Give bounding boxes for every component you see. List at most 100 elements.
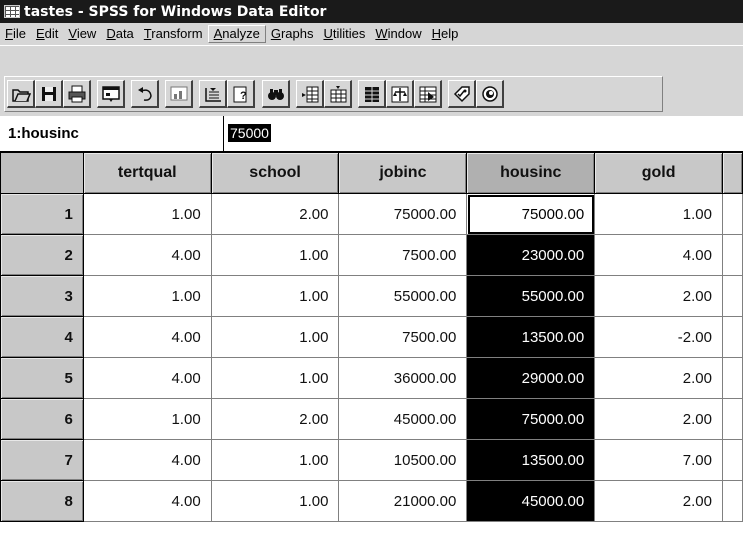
data-cell-empty[interactable]	[722, 398, 743, 440]
row-header[interactable]: 5	[0, 357, 84, 399]
use-sets-button[interactable]	[476, 80, 504, 108]
undo-button[interactable]	[131, 80, 159, 108]
column-header-jobinc[interactable]: jobinc	[338, 152, 468, 194]
selected-cell[interactable]: 75000.00	[466, 398, 596, 440]
find-button[interactable]	[262, 80, 290, 108]
data-cell[interactable]: 4.00	[594, 234, 723, 276]
data-cell[interactable]: 55000.00	[338, 275, 468, 317]
data-cell-empty[interactable]	[722, 357, 743, 399]
menu-view[interactable]: View	[63, 25, 101, 43]
menu-window[interactable]: Window	[370, 25, 426, 43]
selected-cell[interactable]: 23000.00	[466, 234, 596, 276]
data-cell[interactable]: 1.00	[82, 193, 212, 235]
column-header-next[interactable]	[722, 152, 743, 194]
menu-edit-mnemonic: E	[35, 26, 45, 41]
goto-chart-button[interactable]	[165, 80, 193, 108]
data-cell[interactable]: 7500.00	[338, 234, 468, 276]
data-cell[interactable]: 4.00	[82, 316, 212, 358]
data-cell[interactable]: 1.00	[82, 398, 212, 440]
data-cell[interactable]: 1.00	[594, 193, 723, 235]
data-cell[interactable]: 2.00	[594, 480, 723, 522]
data-cell[interactable]: 2.00	[594, 398, 723, 440]
data-cell-empty[interactable]	[722, 480, 743, 522]
grid-corner[interactable]	[0, 152, 84, 194]
menu-edit[interactable]: Edit	[31, 25, 63, 43]
value-labels-button[interactable]	[448, 80, 476, 108]
print-button[interactable]	[63, 80, 91, 108]
row-header[interactable]: 7	[0, 439, 84, 481]
menu-data[interactable]: Data	[101, 25, 138, 43]
menu-utilities[interactable]: Utilities	[318, 25, 370, 43]
menu-file[interactable]: File	[0, 25, 31, 43]
data-cell[interactable]: 75000.00	[338, 193, 468, 235]
selected-cell[interactable]: 55000.00	[466, 275, 596, 317]
menu-view-label: iew	[76, 26, 97, 41]
row-header[interactable]: 8	[0, 480, 84, 522]
value-labels-icon	[453, 85, 470, 102]
dialog-recall-button[interactable]	[97, 80, 125, 108]
cell-reference: 1:housinc	[8, 125, 79, 142]
menu-help[interactable]: Help	[427, 25, 464, 43]
data-cell-empty[interactable]	[722, 275, 743, 317]
data-cell[interactable]: 1.00	[82, 275, 212, 317]
select-cases-button[interactable]	[414, 80, 442, 108]
data-cell[interactable]: -2.00	[594, 316, 723, 358]
table-row: 1 1.00 2.00 75000.00 75000.00 1.00	[0, 193, 743, 235]
data-cell[interactable]: 1.00	[210, 234, 340, 276]
data-cell[interactable]: 21000.00	[338, 480, 468, 522]
menu-analyze[interactable]: Analyze	[207, 25, 266, 43]
data-cell[interactable]: 4.00	[82, 439, 212, 481]
data-cell[interactable]: 2.00	[594, 275, 723, 317]
row-header[interactable]: 2	[0, 234, 84, 276]
variables-button[interactable]: ?	[227, 80, 255, 108]
data-cell[interactable]: 36000.00	[338, 357, 468, 399]
table-row: 6 1.00 2.00 45000.00 75000.00 2.00	[0, 398, 743, 440]
row-header[interactable]: 3	[0, 275, 84, 317]
data-cell[interactable]: 1.00	[210, 357, 340, 399]
data-cell[interactable]: 4.00	[82, 480, 212, 522]
selected-cell[interactable]: 13500.00	[466, 316, 596, 358]
split-file-button[interactable]	[358, 80, 386, 108]
data-cell-empty[interactable]	[722, 234, 743, 276]
data-cell[interactable]: 4.00	[82, 234, 212, 276]
insert-variable-icon	[330, 85, 346, 102]
data-cell[interactable]: 7500.00	[338, 316, 468, 358]
selected-cell[interactable]: 13500.00	[466, 439, 596, 481]
data-cell[interactable]: 1.00	[210, 480, 340, 522]
data-cell-empty[interactable]	[722, 193, 743, 235]
column-header-school[interactable]: school	[210, 152, 340, 194]
data-cell-empty[interactable]	[722, 439, 743, 481]
goto-case-button[interactable]	[199, 80, 227, 108]
column-header-tertqual[interactable]: tertqual	[82, 152, 212, 194]
selected-cell[interactable]: 29000.00	[466, 357, 596, 399]
row-header[interactable]: 4	[0, 316, 84, 358]
menu-graphs[interactable]: Graphs	[266, 25, 319, 43]
insert-variable-button[interactable]	[324, 80, 352, 108]
insert-case-button[interactable]	[296, 80, 324, 108]
selected-cell[interactable]: 45000.00	[466, 480, 596, 522]
data-cell[interactable]: 7.00	[594, 439, 723, 481]
column-header-gold[interactable]: gold	[594, 152, 723, 194]
data-cell[interactable]: 1.00	[210, 275, 340, 317]
data-cell[interactable]: 10500.00	[338, 439, 468, 481]
weight-cases-button[interactable]	[386, 80, 414, 108]
data-cell[interactable]: 2.00	[210, 193, 340, 235]
data-cell-empty[interactable]	[722, 316, 743, 358]
menu-help-mnemonic: H	[431, 26, 442, 41]
data-cell[interactable]: 2.00	[594, 357, 723, 399]
data-cell[interactable]: 1.00	[210, 316, 340, 358]
open-file-button[interactable]	[7, 80, 35, 108]
data-cell[interactable]: 1.00	[210, 439, 340, 481]
data-cell[interactable]: 45000.00	[338, 398, 468, 440]
active-cell[interactable]: 75000.00	[466, 193, 596, 235]
cell-value-input[interactable]: 75000	[228, 124, 271, 142]
menu-transform[interactable]: Transform	[139, 25, 208, 43]
column-header-housinc[interactable]: housinc	[466, 152, 596, 194]
data-cell[interactable]: 2.00	[210, 398, 340, 440]
data-cell[interactable]: 4.00	[82, 357, 212, 399]
row-header[interactable]: 6	[0, 398, 84, 440]
save-button[interactable]	[35, 80, 63, 108]
weight-cases-icon	[391, 86, 408, 102]
row-header[interactable]: 1	[0, 193, 84, 235]
open-file-icon	[11, 88, 31, 102]
